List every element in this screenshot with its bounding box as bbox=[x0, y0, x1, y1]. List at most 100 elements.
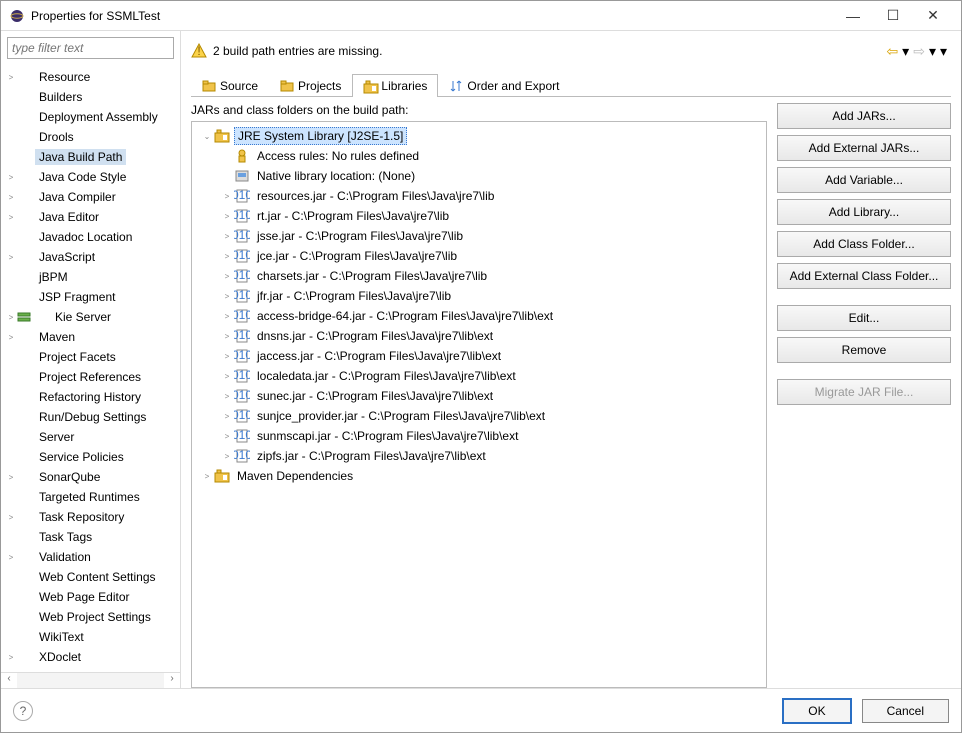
expand-icon[interactable]: > bbox=[220, 412, 234, 421]
category-item[interactable]: JSP Fragment bbox=[1, 287, 180, 307]
category-item[interactable]: Targeted Runtimes bbox=[1, 487, 180, 507]
category-item[interactable]: jBPM bbox=[1, 267, 180, 287]
minimize-button[interactable]: — bbox=[833, 2, 873, 30]
expand-icon[interactable]: > bbox=[220, 392, 234, 401]
expand-icon[interactable]: > bbox=[220, 232, 234, 241]
category-item[interactable]: >Validation bbox=[1, 547, 180, 567]
expand-icon[interactable]: > bbox=[220, 432, 234, 441]
category-item[interactable]: Web Page Editor bbox=[1, 587, 180, 607]
category-item[interactable]: Run/Debug Settings bbox=[1, 407, 180, 427]
expand-icon[interactable]: > bbox=[220, 272, 234, 281]
category-tree[interactable]: >ResourceBuildersDeployment AssemblyDroo… bbox=[1, 65, 180, 672]
category-item[interactable]: >Java Compiler bbox=[1, 187, 180, 207]
forward-menu-icon[interactable]: ▾ bbox=[929, 43, 936, 60]
expand-icon[interactable]: > bbox=[220, 452, 234, 461]
lib-tree-item[interactable]: >010access-bridge-64.jar - C:\Program Fi… bbox=[194, 306, 764, 326]
expand-icon[interactable]: > bbox=[5, 473, 17, 482]
ok-button[interactable]: OK bbox=[782, 698, 851, 724]
expand-icon[interactable]: > bbox=[220, 312, 234, 321]
tab-projects[interactable]: Projects bbox=[269, 74, 352, 97]
lib-tree-item[interactable]: Native library location: (None) bbox=[194, 166, 764, 186]
add-class-folder-button[interactable]: Add Class Folder... bbox=[777, 231, 951, 257]
expand-icon[interactable]: > bbox=[200, 472, 214, 481]
expand-icon[interactable]: > bbox=[5, 173, 17, 182]
expand-icon[interactable]: > bbox=[220, 252, 234, 261]
category-item[interactable]: >Kie Server bbox=[1, 307, 180, 327]
expand-icon[interactable]: > bbox=[220, 352, 234, 361]
lib-tree-item[interactable]: ⌄JRE System Library [J2SE-1.5] bbox=[194, 126, 764, 146]
back-menu-icon[interactable]: ▾ bbox=[902, 43, 909, 60]
lib-tree-item[interactable]: >010rt.jar - C:\Program Files\Java\jre7\… bbox=[194, 206, 764, 226]
expand-icon[interactable]: > bbox=[5, 333, 17, 342]
expand-icon[interactable]: > bbox=[5, 653, 17, 662]
category-item[interactable]: WikiText bbox=[1, 627, 180, 647]
category-item[interactable]: >XDoclet bbox=[1, 647, 180, 667]
close-button[interactable]: ✕ bbox=[913, 2, 953, 30]
category-item[interactable]: Java Build Path bbox=[1, 147, 180, 167]
category-item[interactable]: Refactoring History bbox=[1, 387, 180, 407]
lib-tree-item[interactable]: >010jaccess.jar - C:\Program Files\Java\… bbox=[194, 346, 764, 366]
scroll-right-icon[interactable]: › bbox=[164, 673, 180, 688]
category-item[interactable]: Project References bbox=[1, 367, 180, 387]
lib-tree-item[interactable]: >010sunec.jar - C:\Program Files\Java\jr… bbox=[194, 386, 764, 406]
expand-icon[interactable]: > bbox=[5, 513, 17, 522]
help-icon[interactable]: ? bbox=[13, 701, 33, 721]
add-jars-button[interactable]: Add JARs... bbox=[777, 103, 951, 129]
category-item[interactable]: Javadoc Location bbox=[1, 227, 180, 247]
add-external-jars-button[interactable]: Add External JARs... bbox=[777, 135, 951, 161]
tab-libraries[interactable]: Libraries bbox=[352, 74, 438, 97]
back-icon[interactable]: ⇦ bbox=[886, 43, 898, 60]
remove-button[interactable]: Remove bbox=[777, 337, 951, 363]
category-item[interactable]: >Maven bbox=[1, 327, 180, 347]
expand-icon[interactable]: ⌄ bbox=[200, 132, 214, 141]
scroll-left-icon[interactable]: ‹ bbox=[1, 673, 17, 688]
filter-input[interactable] bbox=[7, 37, 174, 59]
category-item[interactable]: Service Policies bbox=[1, 447, 180, 467]
category-item[interactable]: Drools bbox=[1, 127, 180, 147]
lib-tree-item[interactable]: >010jfr.jar - C:\Program Files\Java\jre7… bbox=[194, 286, 764, 306]
category-item[interactable]: Task Tags bbox=[1, 527, 180, 547]
category-item[interactable]: >Java Editor bbox=[1, 207, 180, 227]
add-variable-button[interactable]: Add Variable... bbox=[777, 167, 951, 193]
category-item[interactable]: >Resource bbox=[1, 67, 180, 87]
expand-icon[interactable]: > bbox=[5, 73, 17, 82]
expand-icon[interactable]: > bbox=[220, 372, 234, 381]
lib-tree-item[interactable]: >010zipfs.jar - C:\Program Files\Java\jr… bbox=[194, 446, 764, 466]
category-item[interactable]: Deployment Assembly bbox=[1, 107, 180, 127]
lib-tree-item[interactable]: >010sunjce_provider.jar - C:\Program Fil… bbox=[194, 406, 764, 426]
lib-tree-item[interactable]: >010sunmscapi.jar - C:\Program Files\Jav… bbox=[194, 426, 764, 446]
libraries-tree[interactable]: ⌄JRE System Library [J2SE-1.5]Access rul… bbox=[191, 121, 767, 688]
expand-icon[interactable]: > bbox=[5, 193, 17, 202]
lib-tree-item[interactable]: >010jsse.jar - C:\Program Files\Java\jre… bbox=[194, 226, 764, 246]
edit-button[interactable]: Edit... bbox=[777, 305, 951, 331]
lib-tree-item[interactable]: >Maven Dependencies bbox=[194, 466, 764, 486]
category-item[interactable]: >SonarQube bbox=[1, 467, 180, 487]
maximize-button[interactable]: ☐ bbox=[873, 2, 913, 30]
lib-tree-item[interactable]: >010charsets.jar - C:\Program Files\Java… bbox=[194, 266, 764, 286]
tab-source[interactable]: Source bbox=[191, 74, 269, 97]
expand-icon[interactable]: > bbox=[220, 192, 234, 201]
category-item[interactable]: Project Facets bbox=[1, 347, 180, 367]
category-item[interactable]: >Java Code Style bbox=[1, 167, 180, 187]
lib-tree-item[interactable]: >010localedata.jar - C:\Program Files\Ja… bbox=[194, 366, 764, 386]
expand-icon[interactable]: > bbox=[5, 553, 17, 562]
lib-tree-item[interactable]: Access rules: No rules defined bbox=[194, 146, 764, 166]
category-item[interactable]: >JavaScript bbox=[1, 247, 180, 267]
tab-order-and-export[interactable]: Order and Export bbox=[438, 74, 570, 97]
view-menu-icon[interactable]: ▾ bbox=[940, 43, 947, 60]
expand-icon[interactable]: > bbox=[5, 213, 17, 222]
expand-icon[interactable]: > bbox=[220, 212, 234, 221]
lib-tree-item[interactable]: >010dnsns.jar - C:\Program Files\Java\jr… bbox=[194, 326, 764, 346]
cancel-button[interactable]: Cancel bbox=[862, 699, 949, 723]
category-item[interactable]: Builders bbox=[1, 87, 180, 107]
lib-tree-item[interactable]: >010resources.jar - C:\Program Files\Jav… bbox=[194, 186, 764, 206]
lib-tree-item[interactable]: >010jce.jar - C:\Program Files\Java\jre7… bbox=[194, 246, 764, 266]
expand-icon[interactable]: > bbox=[220, 292, 234, 301]
expand-icon[interactable]: > bbox=[5, 253, 17, 262]
expand-icon[interactable]: > bbox=[5, 313, 17, 322]
add-external-class-folder-button[interactable]: Add External Class Folder... bbox=[777, 263, 951, 289]
category-item[interactable]: Server bbox=[1, 427, 180, 447]
expand-icon[interactable]: > bbox=[220, 332, 234, 341]
category-item[interactable]: Web Content Settings bbox=[1, 567, 180, 587]
add-library-button[interactable]: Add Library... bbox=[777, 199, 951, 225]
